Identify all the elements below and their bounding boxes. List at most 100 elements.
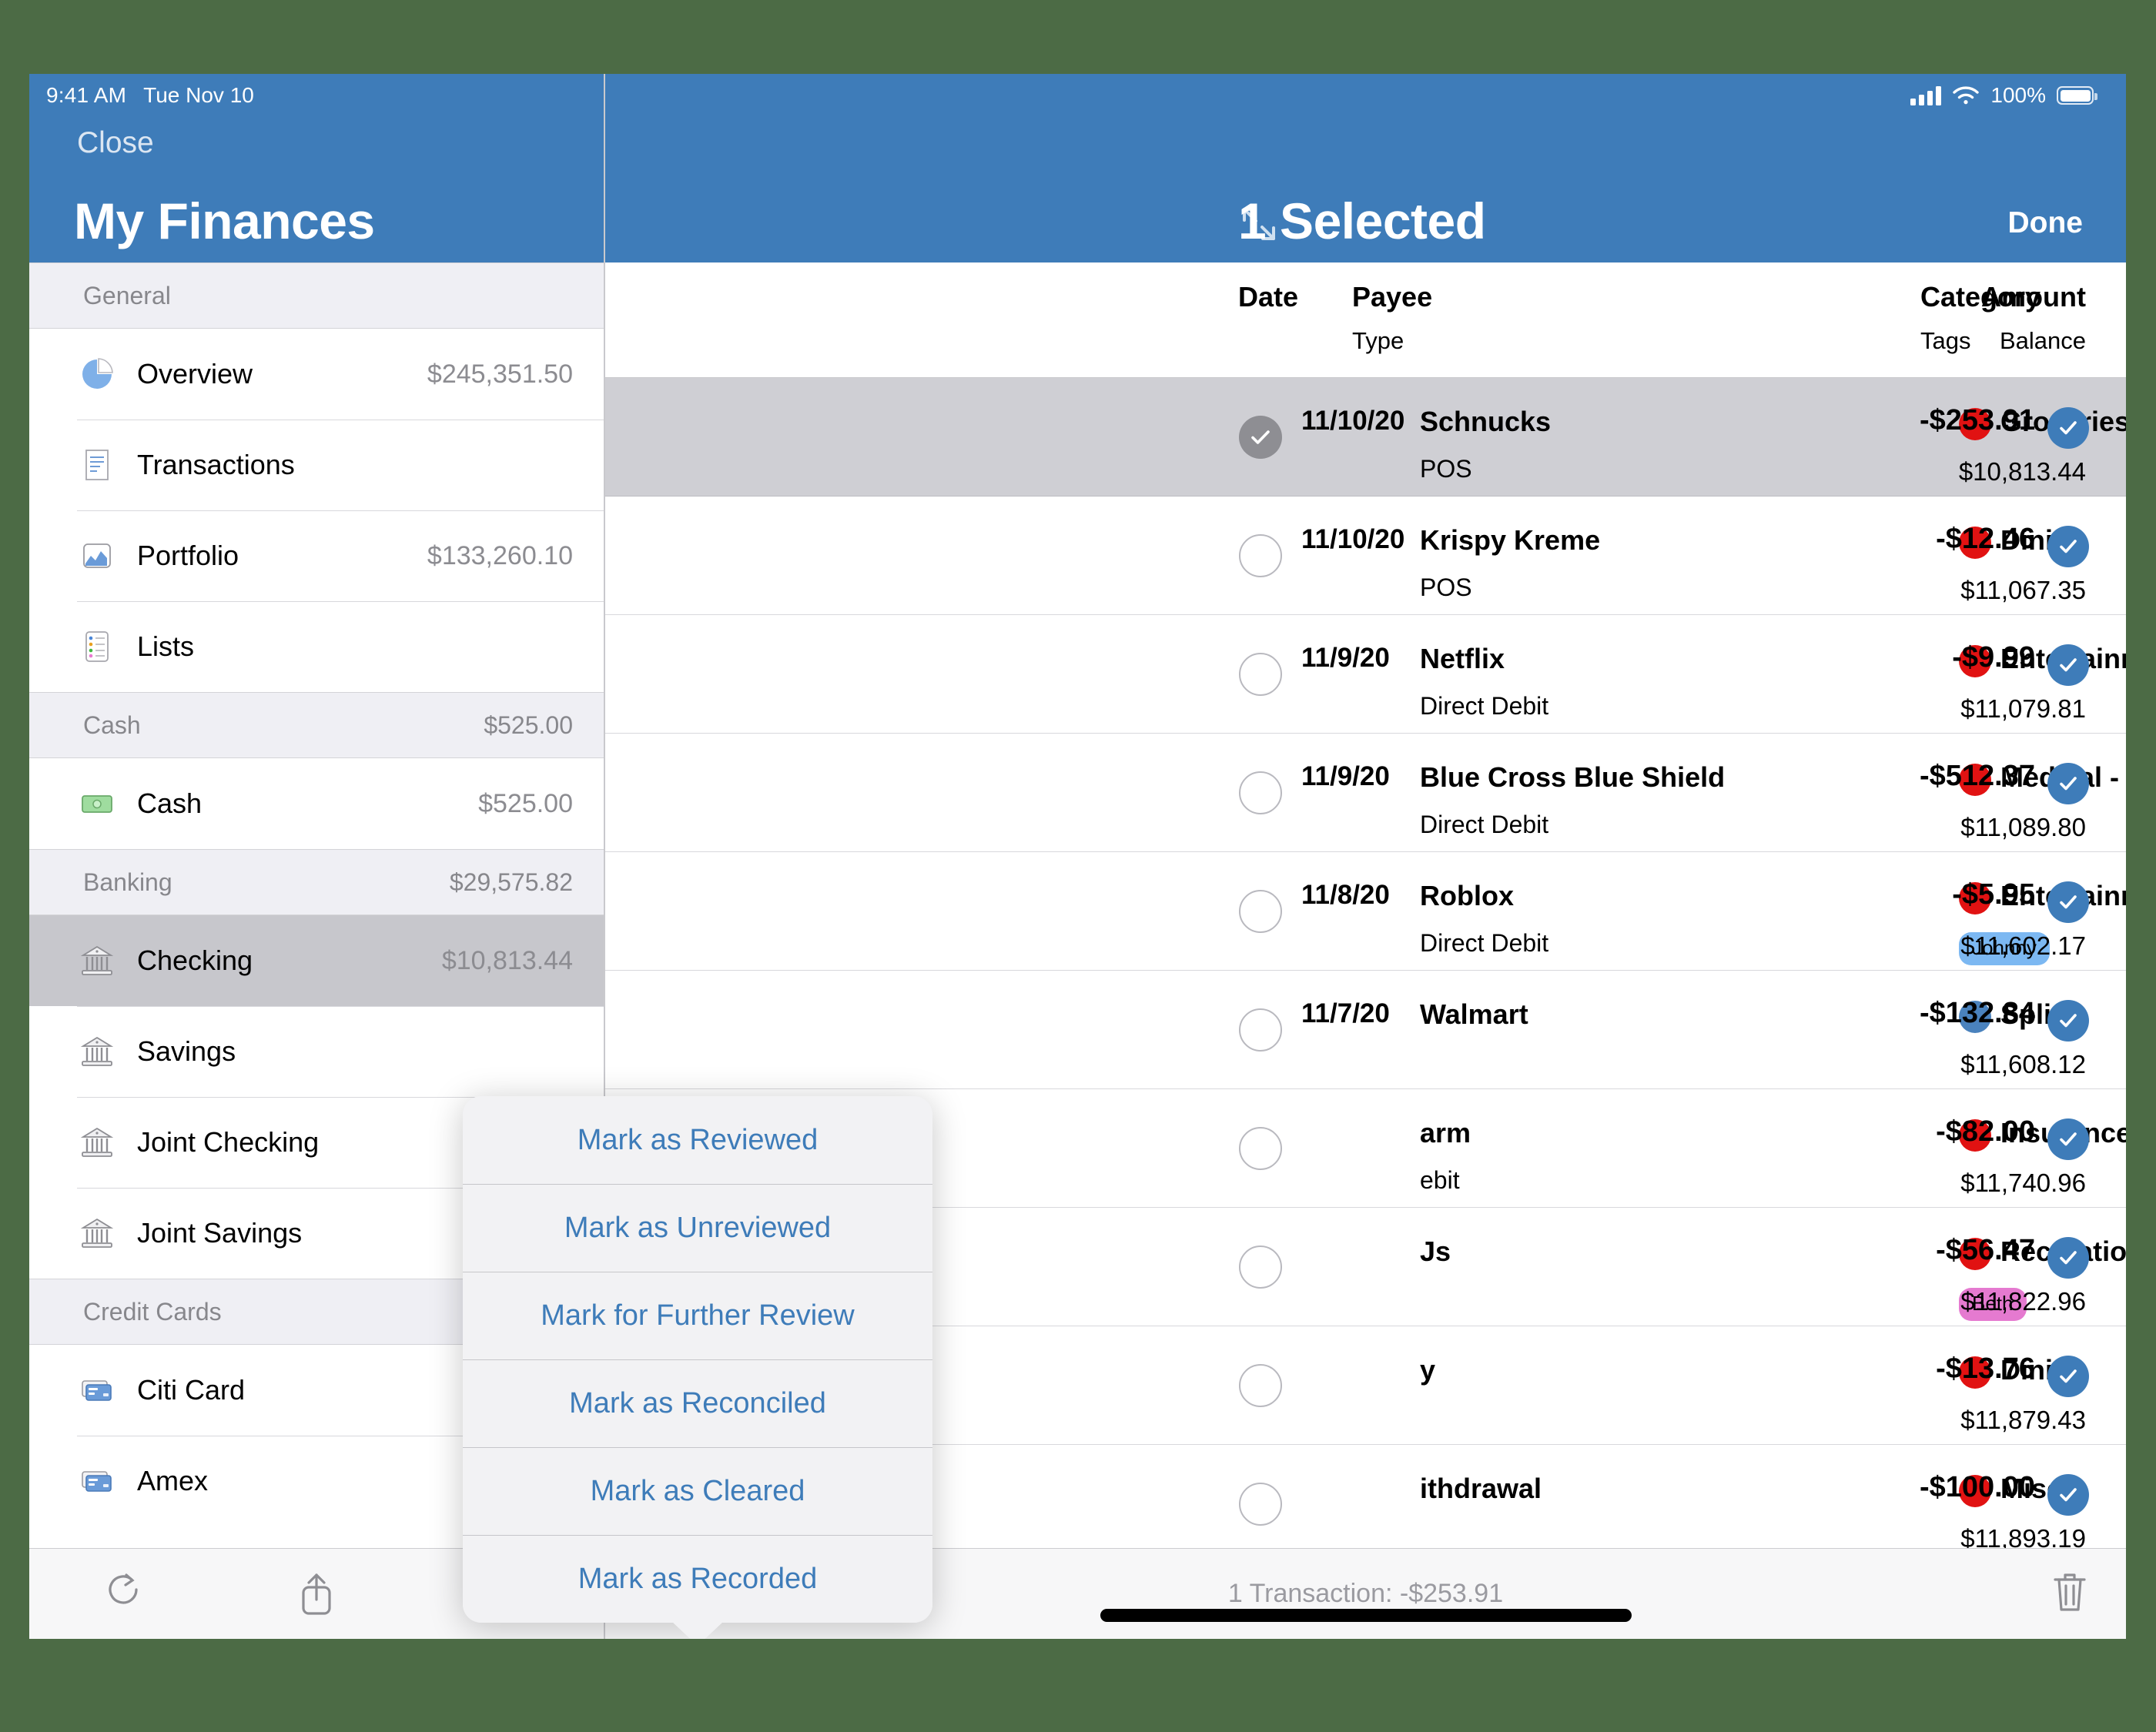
sidebar-item-savings[interactable]: Savings bbox=[29, 1006, 604, 1097]
row-checkbox-icon[interactable] bbox=[1239, 1363, 1282, 1407]
popover-menu-item[interactable]: Mark as Recorded bbox=[463, 1535, 932, 1623]
row-checkbox-checked-icon[interactable] bbox=[1239, 415, 1282, 459]
share-icon[interactable] bbox=[220, 1572, 411, 1617]
sidebar-group-amount: $29,575.82 bbox=[449, 868, 573, 896]
reviewed-check-icon[interactable] bbox=[2047, 881, 2089, 923]
row-checkbox-icon[interactable] bbox=[1239, 771, 1282, 814]
popover-menu-item[interactable]: Mark for Further Review bbox=[463, 1272, 932, 1359]
bank-icon bbox=[77, 1122, 117, 1162]
column-header-amount[interactable]: Amount bbox=[1981, 281, 2086, 313]
status-time: 9:41 AM bbox=[46, 83, 127, 107]
reviewed-check-icon[interactable] bbox=[2047, 1474, 2089, 1516]
row-checkbox-icon[interactable] bbox=[1239, 533, 1282, 577]
table-row[interactable]: 11/10/20 Krispy Kreme POS Dining -$12.46 $11,… bbox=[605, 497, 2126, 615]
row-payee: Schnucks bbox=[1420, 406, 1552, 437]
table-row[interactable]: 11/9/20 Blue Cross Blue Shield Direct Debi… bbox=[605, 734, 2126, 852]
sidebar-item-overview[interactable]: Overview $245,351.50 bbox=[29, 329, 604, 420]
popover-menu-item[interactable]: Mark as Unreviewed bbox=[463, 1184, 932, 1272]
row-checkbox-icon[interactable] bbox=[1239, 1245, 1282, 1289]
popover-menu-item[interactable]: Mark as Cleared bbox=[463, 1447, 932, 1535]
row-checkbox-icon[interactable] bbox=[1239, 889, 1282, 933]
table-row[interactable]: 11/10/20SchnucksPOSGroceries-$253.91$10,… bbox=[605, 378, 2126, 497]
row-payee: Js bbox=[1420, 1235, 1451, 1267]
table-row[interactable]: 11/8/20RobloxDirect DebitEntertainmentJo… bbox=[605, 852, 2126, 971]
row-balance: $11,879.43 bbox=[1960, 1406, 2086, 1434]
row-amount: -$13.76 bbox=[1936, 1352, 2035, 1385]
row-balance: $11,893.19 bbox=[1960, 1524, 2086, 1548]
sidebar-item-cash[interactable]: Cash $525.00 bbox=[29, 758, 604, 849]
column-header-type[interactable]: Type bbox=[1352, 327, 1404, 355]
credit-card-icon bbox=[77, 1370, 117, 1410]
row-checkbox-icon[interactable] bbox=[1239, 1126, 1282, 1170]
trash-icon[interactable] bbox=[2052, 1570, 2087, 1617]
row-type: Direct Debit bbox=[1420, 929, 1549, 957]
row-balance: $11,608.12 bbox=[1960, 1050, 2086, 1078]
reviewed-check-icon[interactable] bbox=[2047, 1000, 2089, 1042]
done-button[interactable]: Done bbox=[2008, 206, 2084, 240]
column-header-date[interactable]: Date bbox=[1238, 281, 1298, 313]
popover-menu-item[interactable]: Mark as Reviewed bbox=[463, 1096, 932, 1184]
sidebar-item-label: Checking bbox=[137, 945, 253, 976]
row-checkbox-icon[interactable] bbox=[1239, 1008, 1282, 1052]
sidebar-item-portfolio[interactable]: Portfolio $133,260.10 bbox=[29, 510, 604, 601]
sidebar-item-transactions[interactable]: Transactions bbox=[29, 420, 604, 510]
popover-menu-item[interactable]: Mark as Reconciled bbox=[463, 1359, 932, 1447]
table-row[interactable]: 11/7/20 Walmart Split -$132.84 $11,608.12 bbox=[605, 971, 2126, 1089]
row-checkbox-icon[interactable] bbox=[1239, 1482, 1282, 1526]
sidebar-item-amount: $133,260.10 bbox=[427, 540, 573, 570]
row-amount: -$82.00 bbox=[1936, 1115, 2035, 1148]
chart-area-icon bbox=[77, 536, 117, 576]
row-amount: -$100.00 bbox=[1919, 1471, 2035, 1503]
sidebar-item-amount: $10,813.44 bbox=[441, 945, 573, 975]
row-checkbox-icon[interactable] bbox=[1239, 652, 1282, 696]
reviewed-check-icon[interactable] bbox=[2047, 407, 2089, 449]
sidebar-group-label: Credit Cards bbox=[83, 1297, 222, 1326]
row-payee: arm bbox=[1420, 1117, 1471, 1149]
sidebar-group-header: Banking $29,575.82 bbox=[29, 849, 604, 915]
reviewed-check-icon[interactable] bbox=[2047, 763, 2089, 804]
reviewed-check-icon[interactable] bbox=[2047, 1356, 2089, 1397]
reviewed-check-icon[interactable] bbox=[2047, 1118, 2089, 1160]
row-type: POS bbox=[1420, 573, 1472, 601]
reviewed-check-icon[interactable] bbox=[2047, 526, 2089, 567]
list-icon bbox=[77, 627, 117, 667]
sidebar-item-label: Overview bbox=[137, 358, 253, 390]
column-header-balance[interactable]: Balance bbox=[2000, 327, 2086, 355]
row-type: Direct Debit bbox=[1420, 692, 1549, 720]
sidebar-header: 9:41 AM Tue Nov 10 Close My Finances bbox=[29, 74, 604, 262]
row-balance: $11,079.81 bbox=[1960, 694, 2086, 723]
row-balance: $11,822.96 bbox=[1960, 1287, 2086, 1316]
sidebar-item-checking[interactable]: Checking $10,813.44 bbox=[29, 915, 604, 1006]
row-amount: -$253.91 bbox=[1919, 404, 2035, 436]
sidebar-item-label: Savings bbox=[137, 1035, 236, 1067]
reviewed-check-icon[interactable] bbox=[2047, 1237, 2089, 1279]
close-button[interactable]: Close bbox=[77, 126, 154, 160]
row-balance: $11,067.35 bbox=[1960, 576, 2086, 604]
row-date: 11/8/20 bbox=[1301, 880, 1390, 910]
row-balance: $11,740.96 bbox=[1960, 1169, 2086, 1197]
main-header: 100% Done 1 Selected bbox=[605, 74, 2126, 262]
column-header-tags[interactable]: Tags bbox=[1920, 327, 1970, 355]
table-row[interactable]: 11/9/20NetflixDirect DebitEntertainment-… bbox=[605, 615, 2126, 734]
sidebar-group-amount: $525.00 bbox=[484, 711, 573, 739]
column-header-payee[interactable]: Payee bbox=[1352, 281, 1432, 313]
row-type: Direct Debit bbox=[1420, 811, 1549, 838]
battery-icon bbox=[2057, 86, 2097, 105]
row-amount: -$56.47 bbox=[1936, 1234, 2035, 1266]
row-balance: $11,602.17 bbox=[1960, 931, 2086, 960]
main-title: 1 Selected bbox=[1238, 192, 1486, 249]
mark-popover-menu[interactable]: Mark as Reviewed Mark as Unreviewed Mark f… bbox=[463, 1096, 932, 1639]
reviewed-check-icon[interactable] bbox=[2047, 644, 2089, 686]
cellular-signal-icon bbox=[1910, 85, 1942, 105]
pie-chart-icon bbox=[77, 354, 117, 394]
row-date: 11/9/20 bbox=[1301, 761, 1390, 791]
sidebar-group-label: Banking bbox=[83, 868, 172, 896]
sidebar-item-lists[interactable]: Lists bbox=[29, 601, 604, 692]
sidebar-item-label: Cash bbox=[137, 787, 203, 819]
table-header: Date Payee Type Category Tags Amount Bal… bbox=[605, 262, 2126, 378]
row-balance: $10,813.44 bbox=[1958, 457, 2086, 486]
sidebar-group-header: Cash $525.00 bbox=[29, 692, 604, 758]
refresh-icon[interactable] bbox=[29, 1573, 220, 1616]
app-window: 9:41 AM Tue Nov 10 Close My Finances Gen… bbox=[29, 74, 2126, 1639]
sidebar-group-header: General bbox=[29, 262, 604, 329]
